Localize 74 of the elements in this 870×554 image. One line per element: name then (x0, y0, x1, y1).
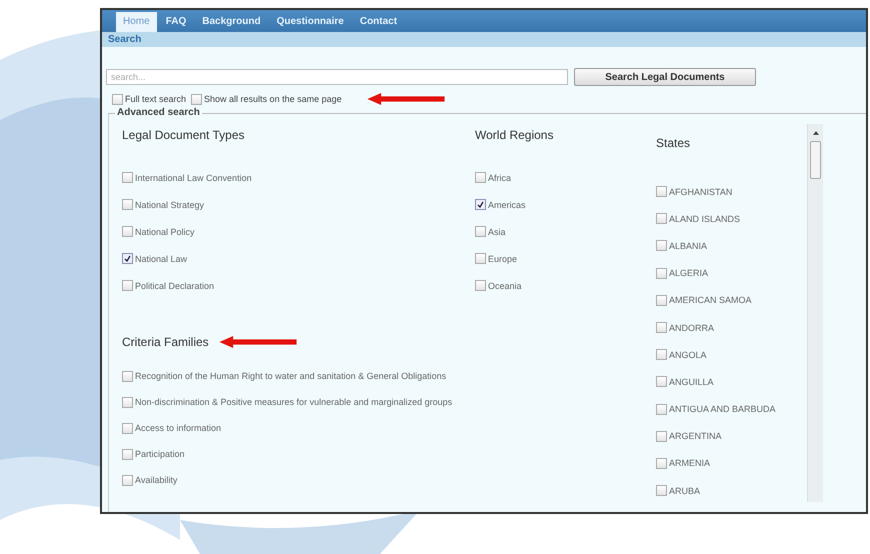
scrollbar[interactable] (807, 124, 823, 502)
checkbox-label: Recognition of the Human Right to water and sanitation & General Obligations (135, 371, 446, 381)
checkbox[interactable] (656, 485, 667, 496)
checkbox[interactable] (122, 172, 133, 183)
checkbox-label: AMERICAN SAMOA (669, 295, 752, 306)
search-button[interactable]: Search Legal Documents (574, 68, 756, 86)
search-field[interactable]: search... (106, 69, 568, 85)
checkbox[interactable] (122, 422, 133, 434)
nav-tab[interactable]: Home (116, 12, 157, 32)
checkbox-label: Participation (135, 449, 185, 459)
checkbox[interactable] (656, 186, 667, 198)
checkbox[interactable] (656, 268, 667, 279)
checkbox-label: ALAND ISLANDS (669, 214, 740, 224)
checkbox-label: Access to information (135, 423, 222, 433)
checkbox-label: National Policy (135, 226, 195, 236)
nav-tab[interactable]: Questionnaire (270, 12, 351, 32)
checkbox-label: Europe (488, 254, 518, 264)
checkbox-label: Africa (488, 172, 512, 182)
checkbox-label: Availability (135, 475, 178, 485)
checkbox[interactable] (656, 376, 667, 388)
nav-tab[interactable]: Contact (352, 12, 404, 32)
checkbox-label: ANTIGUA AND BARBUDA (669, 404, 776, 414)
checkbox[interactable] (475, 280, 486, 291)
option-label: Full text search (125, 94, 186, 104)
checkbox-label: ARUBA (669, 486, 700, 496)
checkbox[interactable] (656, 294, 667, 306)
checkbox[interactable] (122, 396, 133, 408)
checkbox[interactable] (122, 226, 133, 237)
checkbox-label: Political Declaration (135, 280, 214, 290)
checkbox[interactable] (475, 199, 486, 210)
checkbox[interactable] (656, 213, 667, 224)
checkbox-label: ANGOLA (669, 350, 707, 360)
checkbox-label: National Law (135, 254, 188, 264)
checkbox[interactable] (122, 280, 133, 291)
checkbox[interactable] (475, 253, 486, 264)
section-heading: States (656, 136, 692, 152)
section-heading: Criteria Families (122, 335, 209, 349)
checkbox[interactable] (122, 199, 133, 210)
fieldset-legend: Advanced search (115, 107, 202, 118)
checkbox[interactable] (191, 94, 202, 104)
checkbox[interactable] (656, 404, 667, 415)
checkbox-label: Asia (488, 226, 506, 236)
checkbox-label: Oceania (488, 280, 522, 290)
checkbox-label: ANDORRA (669, 322, 714, 333)
section-heading: Legal Document Types (122, 128, 246, 144)
scroll-thumb[interactable] (810, 141, 821, 179)
checkbox-label: ARMENIA (669, 458, 710, 468)
checkbox-label: International Law Convention (135, 172, 252, 182)
subnav-link[interactable]: Search (108, 34, 142, 45)
checkbox-label: National Strategy (135, 200, 204, 210)
checkbox-label: ALGERIA (669, 268, 708, 278)
checkbox[interactable] (122, 474, 133, 486)
checkbox-label: ALBANIA (669, 240, 708, 251)
checkbox[interactable] (656, 458, 667, 469)
checkbox[interactable] (656, 322, 667, 334)
checkbox[interactable] (475, 172, 486, 183)
checkbox[interactable] (656, 430, 667, 442)
nav-tab[interactable]: Background (195, 12, 268, 32)
section-heading: World Regions (475, 128, 554, 144)
scroll-up-icon[interactable] (812, 131, 818, 135)
checkbox-label: Non-discrimination & Positive measures for vulnerable and marginalized groups (135, 397, 452, 407)
checkbox[interactable] (112, 94, 123, 104)
checkbox[interactable] (122, 253, 133, 264)
option-label: Show all results on the same page (204, 94, 342, 104)
checkbox-label: ARGENTINA (669, 431, 722, 442)
checkbox-label: AFGHANISTAN (669, 186, 732, 197)
checkbox[interactable] (122, 370, 133, 382)
checkbox[interactable] (475, 226, 486, 237)
checkbox-label: Americas (488, 200, 526, 210)
nav-tab[interactable]: FAQ (158, 12, 194, 32)
checkbox[interactable] (656, 240, 667, 252)
checkbox-label: ANGUILLA (669, 376, 714, 387)
checkbox[interactable] (122, 448, 133, 460)
checkbox[interactable] (656, 349, 667, 360)
